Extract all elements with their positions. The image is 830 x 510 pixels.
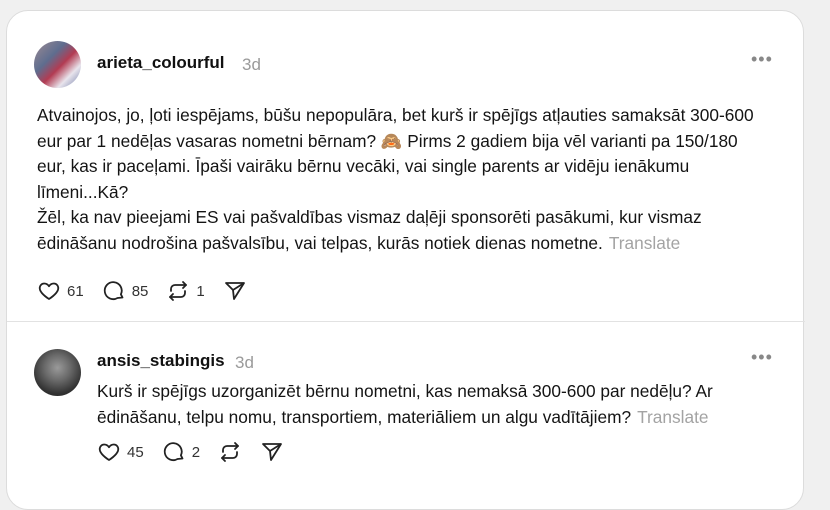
comment-count: 85 [131, 282, 149, 300]
post-text: Atvainojos, jo, ļoti iespējams, būšu nep… [37, 103, 757, 256]
send-icon [262, 443, 282, 461]
comment-bubble-icon [103, 281, 124, 301]
translate-link[interactable]: Translate [609, 233, 680, 253]
repost-button[interactable]: 1 [166, 279, 205, 303]
username[interactable]: arieta_colourful [97, 53, 225, 73]
share-button[interactable] [260, 440, 284, 464]
share-button[interactable] [223, 279, 247, 303]
post-text: Kurš ir spējīgs uzorganizēt bērnu nometn… [97, 379, 787, 430]
like-button[interactable]: 61 [37, 279, 84, 303]
like-count: 61 [67, 282, 84, 300]
heart-icon [38, 282, 60, 300]
post-time[interactable]: 3d [235, 353, 254, 373]
heart-icon [98, 443, 120, 461]
repost-icon [221, 442, 239, 462]
avatar[interactable] [34, 349, 81, 396]
comment-bubble-icon [163, 442, 184, 462]
post-divider [7, 321, 805, 322]
like-count: 45 [127, 443, 144, 461]
more-options-icon[interactable]: ••• [751, 347, 773, 368]
repost-count: 1 [196, 282, 205, 300]
comment-button[interactable]: 85 [102, 279, 149, 303]
like-button[interactable]: 45 [97, 440, 144, 464]
post-actions: 45 2 [97, 440, 302, 464]
username[interactable]: ansis_stabingis [97, 351, 225, 371]
post-paragraph: Atvainojos, jo, ļoti iespējams, būšu nep… [37, 105, 754, 202]
post-paragraph: Žēl, ka nav pieejami ES vai pašvaldības … [37, 207, 702, 253]
post-time[interactable]: 3d [242, 55, 261, 75]
repost-icon [169, 281, 188, 301]
comment-count: 2 [191, 443, 201, 461]
more-options-icon[interactable]: ••• [751, 49, 773, 70]
post-actions: 61 85 1 [37, 279, 265, 303]
avatar[interactable] [34, 41, 81, 88]
send-icon [224, 282, 245, 300]
translate-link[interactable]: Translate [637, 407, 708, 427]
post-paragraph: Kurš ir spējīgs uzorganizēt bērnu nometn… [97, 381, 713, 427]
repost-button[interactable] [218, 440, 242, 464]
thread-card: arieta_colourful 3d ••• Atvainojos, jo, … [6, 10, 805, 510]
comment-button[interactable]: 2 [162, 440, 200, 464]
